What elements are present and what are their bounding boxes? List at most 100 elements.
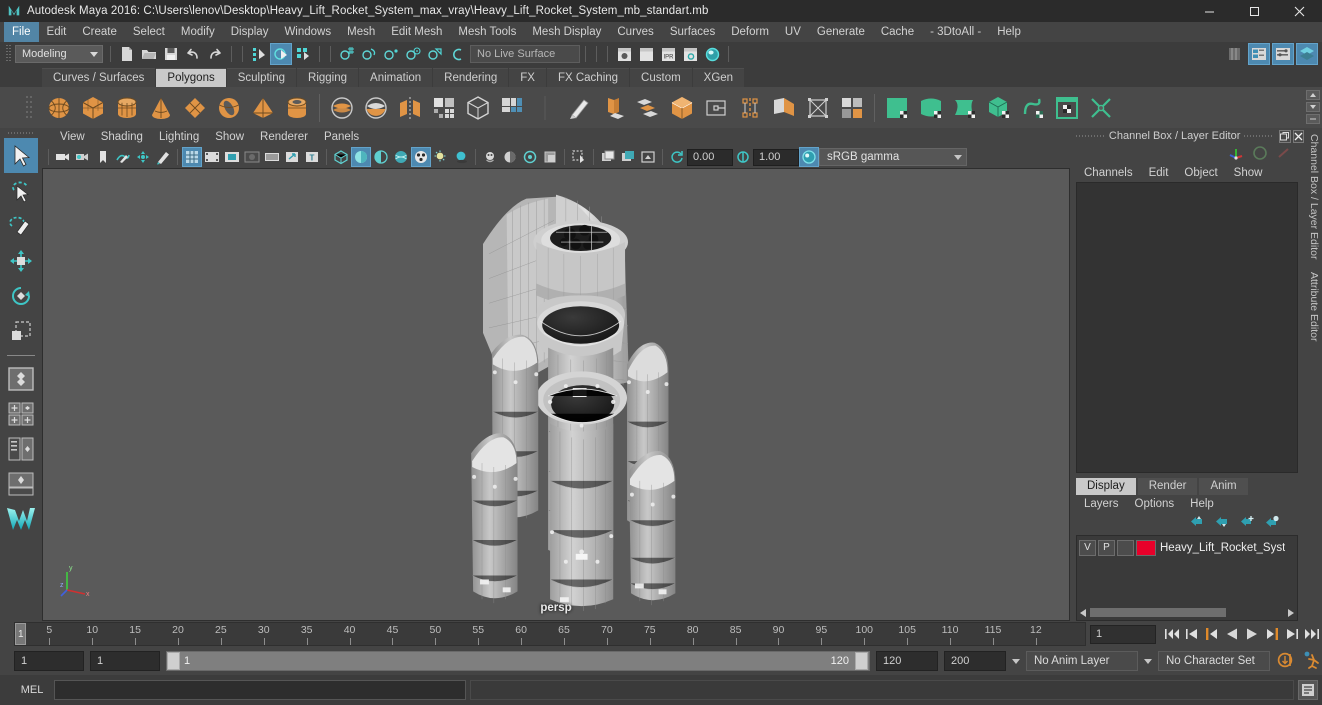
shaded-wireframe-icon[interactable] [371,147,391,167]
separate-icon[interactable] [359,91,393,125]
shadows-icon[interactable] [431,147,451,167]
move-tool[interactable] [4,243,38,278]
undock-panel-button[interactable] [1279,130,1290,143]
color-management-icon[interactable] [799,147,819,167]
current-frame-field[interactable]: 1 [1090,625,1156,644]
channel-box-menu-object[interactable]: Object [1176,167,1225,179]
channel-box-attribute-list[interactable] [1076,182,1298,473]
layer-color-swatch[interactable] [1136,540,1156,556]
step-forward-keyframe-button[interactable] [1282,624,1302,644]
cylindrical-mapping-icon[interactable] [948,91,982,125]
scroll-right-icon[interactable] [1286,608,1295,617]
side-tab-attribute-editor[interactable]: Attribute Editor [1308,266,1320,347]
shelf-tab-curves-surfaces[interactable]: Curves / Surfaces [42,68,155,87]
single-perspective-view-layout[interactable] [4,361,38,396]
range-start-field[interactable]: 1 [90,651,160,671]
range-start-handle[interactable] [167,652,180,670]
shelf-tab-rigging[interactable]: Rigging [297,68,358,87]
color-profile-selector[interactable]: sRGB gamma [819,148,967,166]
viewport-menu-panels[interactable]: Panels [316,128,367,146]
rotate-tool[interactable] [4,278,38,313]
snap-to-curve-icon[interactable] [358,43,380,65]
shelf-options-icon[interactable] [1306,114,1320,124]
use-all-lights-icon[interactable] [411,147,431,167]
select-by-component-icon[interactable] [292,43,314,65]
layer-visibility-toggle[interactable]: V [1079,540,1096,556]
grease-pencil-icon[interactable] [153,147,173,167]
ipr-render-icon[interactable]: IPR [657,43,679,65]
channel-box-menu-channels[interactable]: Channels [1076,167,1141,179]
menu-file[interactable]: File [4,22,39,42]
wireframe-icon[interactable] [331,147,351,167]
display-layer-editor-icon[interactable] [598,147,618,167]
layer-menu-help[interactable]: Help [1182,498,1222,510]
menu-display[interactable]: Display [223,22,277,42]
animation-start-field[interactable]: 1 [14,651,84,671]
no-texture-icon[interactable] [618,147,638,167]
menu-select[interactable]: Select [125,22,173,42]
shelf-scroll-up-icon[interactable] [1306,90,1320,100]
menu-mesh-tools[interactable]: Mesh Tools [450,22,524,42]
exposure-field[interactable]: 0.00 [687,149,733,166]
menu-generate[interactable]: Generate [809,22,873,42]
channel-box-menu-edit[interactable]: Edit [1141,167,1177,179]
auto-keyframe-icon[interactable] [1276,650,1296,673]
step-back-keyframe-button[interactable] [1182,624,1202,644]
scroll-left-icon[interactable] [1079,608,1088,617]
snap-to-projected-center-icon[interactable] [402,43,424,65]
restore-button[interactable] [1232,0,1277,22]
motion-blur-icon[interactable] [480,147,500,167]
side-tab-channel-box[interactable]: Channel Box / Layer Editor [1308,128,1320,266]
resolution-gate-icon[interactable] [222,147,242,167]
film-origin-icon[interactable] [262,147,282,167]
table-row[interactable]: V P Heavy_Lift_Rocket_Syst [1079,539,1295,556]
layer-menu-options[interactable]: Options [1127,498,1183,510]
screen-space-ao-icon[interactable] [451,147,471,167]
offset-edge-loop-icon[interactable] [767,91,801,125]
live-surface-field[interactable]: No Live Surface [470,45,580,63]
new-layer-from-selected-icon[interactable] [1264,515,1280,531]
viewport-menu-renderer[interactable]: Renderer [252,128,316,146]
channel-box-icon[interactable] [1228,145,1244,164]
polygon-sphere-icon[interactable] [42,91,76,125]
menu-3dtoall[interactable]: - 3DtoAll - [922,22,989,42]
shelf-tab-animation[interactable]: Animation [359,68,432,87]
display-layer-list[interactable]: V P Heavy_Lift_Rocket_Syst [1076,535,1298,621]
select-by-object-icon[interactable] [270,43,292,65]
show-hide-modeling-toolkit-icon[interactable] [1224,43,1246,65]
multisample-aa-icon[interactable] [500,147,520,167]
scale-tool[interactable] [4,313,38,348]
four-view-layout[interactable] [4,396,38,431]
menu-mesh-display[interactable]: Mesh Display [524,22,609,42]
menu-cache[interactable]: Cache [873,22,922,42]
menu-help[interactable]: Help [989,22,1029,42]
2d-pan-zoom-icon[interactable] [133,147,153,167]
tab-display-layers[interactable]: Display [1076,478,1136,495]
close-panel-button[interactable] [1293,130,1304,143]
polygon-cone-icon[interactable] [144,91,178,125]
channel-box-menu-show[interactable]: Show [1226,167,1271,179]
step-forward-frame-button[interactable] [1262,624,1282,644]
new-scene-icon[interactable] [116,43,138,65]
animation-preferences-icon[interactable] [1302,650,1322,673]
scrollbar-thumb[interactable] [1090,608,1226,617]
open-scene-icon[interactable] [138,43,160,65]
status-line-grip[interactable] [5,45,12,63]
panel-grip-right[interactable] [1244,132,1273,140]
menu-uv[interactable]: UV [777,22,809,42]
booleans-icon[interactable] [461,91,495,125]
tab-anim-layers[interactable]: Anim [1199,478,1247,495]
modeling-toolkit-icon[interactable] [1276,145,1292,164]
select-tool[interactable] [4,138,38,173]
menu-create[interactable]: Create [74,22,125,42]
bridge-icon[interactable] [631,91,665,125]
menu-surfaces[interactable]: Surfaces [662,22,723,42]
xray-mode-icon[interactable] [540,147,560,167]
viewport-menu-shading[interactable]: Shading [93,128,151,146]
render-region-icon[interactable] [638,147,658,167]
play-forwards-button[interactable] [1242,624,1262,644]
insert-edge-loop-icon[interactable] [733,91,767,125]
menuset-selector[interactable]: Modeling [15,45,103,63]
layer-name[interactable]: Heavy_Lift_Rocket_Syst [1160,542,1285,554]
chevron-down-icon[interactable] [1012,659,1020,664]
